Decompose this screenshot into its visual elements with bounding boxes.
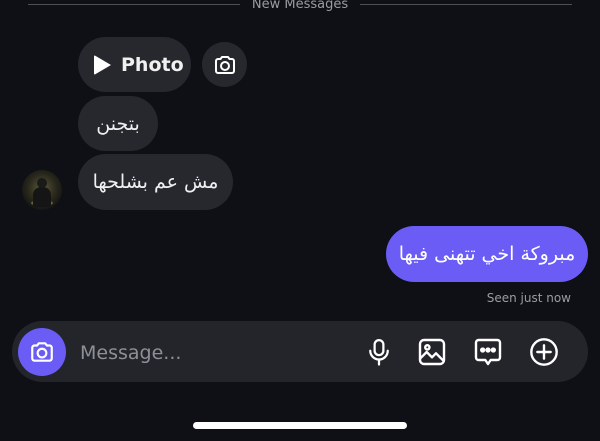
- sticker-button[interactable]: [470, 334, 506, 370]
- gallery-button[interactable]: [414, 334, 450, 370]
- divider-line-left: [28, 3, 240, 5]
- message-composer: [12, 321, 588, 382]
- more-options-button[interactable]: [526, 334, 562, 370]
- home-indicator[interactable]: [193, 422, 407, 429]
- voice-message-button[interactable]: [361, 334, 397, 370]
- camera-icon: [214, 55, 235, 74]
- avatar-figure-head: [37, 178, 47, 188]
- photo-message-bubble[interactable]: Photo: [78, 37, 191, 92]
- microphone-icon: [369, 339, 389, 366]
- avatar-figure-body: [33, 187, 51, 207]
- camera-button[interactable]: [18, 328, 66, 376]
- camera-icon: [31, 342, 53, 362]
- seen-status: Seen just now: [486, 291, 571, 305]
- plus-icon: [530, 338, 558, 366]
- message-text: بتجنن: [96, 112, 140, 135]
- incoming-message-bubble[interactable]: مش عم بشلحها: [78, 154, 233, 210]
- sender-avatar[interactable]: [22, 170, 62, 210]
- incoming-message-bubble[interactable]: بتجنن: [78, 96, 158, 151]
- sticker-icon: [474, 338, 502, 366]
- message-text: مبروكة اخي تتهنى فيها: [398, 243, 576, 265]
- chat-screen: New Messages Photo بتجنن مش عم بشلحها مب…: [0, 0, 600, 441]
- message-input[interactable]: [78, 335, 342, 371]
- play-icon: [94, 54, 111, 75]
- photo-label: Photo: [121, 53, 184, 76]
- outgoing-message-bubble[interactable]: مبروكة اخي تتهنى فيها: [386, 226, 588, 282]
- new-messages-divider: New Messages: [28, 0, 572, 14]
- new-messages-label: New Messages: [251, 0, 349, 12]
- gallery-icon: [418, 338, 446, 366]
- reply-camera-button[interactable]: [202, 42, 247, 87]
- divider-line-right: [360, 3, 572, 5]
- message-text: مش عم بشلحها: [92, 171, 219, 193]
